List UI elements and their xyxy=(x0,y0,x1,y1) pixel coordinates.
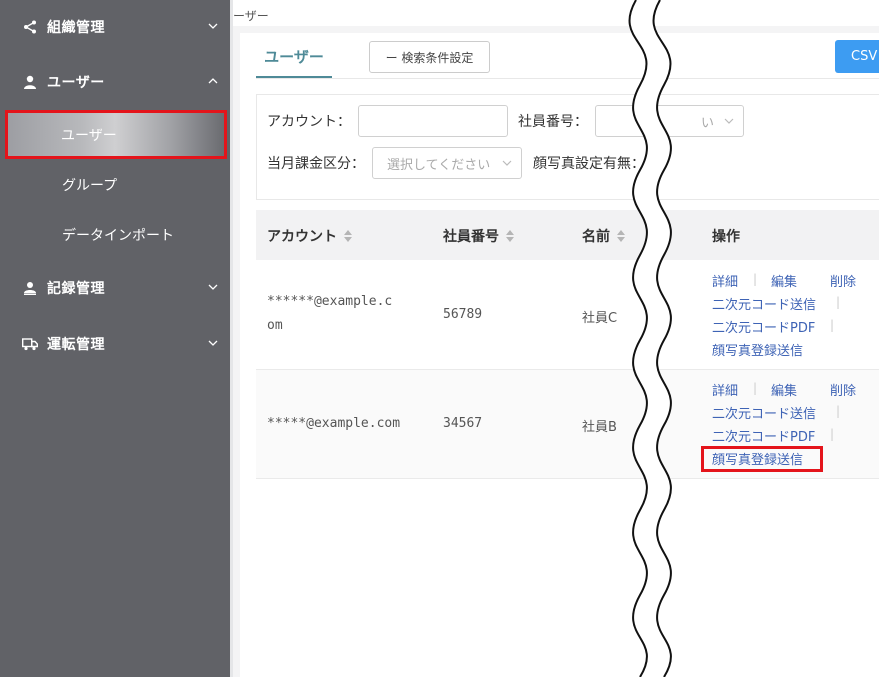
employee-no-label: 社員番号： xyxy=(518,114,588,130)
th-employee-no-label: 社員番号 xyxy=(443,229,499,245)
delete-link[interactable]: 削除 xyxy=(830,380,856,399)
share-icon xyxy=(22,19,38,35)
cell-name: 社員B xyxy=(582,420,617,435)
billing-label: 当月課金区分： xyxy=(267,156,365,172)
face-photo-send-link[interactable]: 顔写真登録送信 xyxy=(712,449,803,468)
csv-button[interactable]: CSV xyxy=(835,40,879,73)
th-account-label: アカウント xyxy=(267,229,337,245)
sidebar: 組織管理 ユーザー ユーザー グループ データインポート 記録管理 運転管理 xyxy=(0,0,230,677)
divider: | xyxy=(830,427,835,441)
qr-pdf-link[interactable]: 二次元コードPDF xyxy=(712,426,815,445)
account-label: アカウント： xyxy=(267,114,351,130)
sidebar-item-group[interactable]: グループ xyxy=(0,160,230,210)
qr-send-link[interactable]: 二次元コード送信 xyxy=(712,294,816,313)
menu-organization[interactable]: 組織管理 xyxy=(0,2,230,52)
chevron-down-icon xyxy=(724,118,734,124)
tab-divider xyxy=(256,78,879,79)
cell-account: ******@example.c xyxy=(267,294,393,309)
menu-driving[interactable]: 運転管理 xyxy=(0,319,230,369)
chevron-down-icon xyxy=(502,160,512,166)
delete-link[interactable]: 削除 xyxy=(830,271,856,290)
billing-select[interactable]: 選択してください xyxy=(372,147,522,179)
th-employee-no[interactable]: 社員番号 xyxy=(443,226,514,246)
sidebar-item-user[interactable]: ユーザー xyxy=(6,112,224,157)
divider: | xyxy=(836,295,841,309)
billing-select-placeholder: 選択してください xyxy=(387,157,491,173)
sort-icon[interactable] xyxy=(506,230,514,242)
user-icon xyxy=(22,74,38,90)
sidebar-item-data-import[interactable]: データインポート xyxy=(0,210,230,260)
divider: | xyxy=(830,318,835,332)
menu-records[interactable]: 記録管理 xyxy=(0,263,230,313)
menu-driving-label: 運転管理 xyxy=(47,337,105,353)
edit-link[interactable]: 編集 xyxy=(771,380,797,399)
user-record-icon xyxy=(22,280,38,296)
cell-employee-no: 34567 xyxy=(443,416,483,431)
chevron-down-icon xyxy=(208,340,218,346)
search-conditions-button[interactable]: ー 検索条件設定 xyxy=(369,41,490,73)
th-name-label: 名前 xyxy=(582,229,610,245)
face-photo-send-link[interactable]: 顔写真登録送信 xyxy=(712,340,803,359)
chevron-up-icon xyxy=(208,78,218,84)
chevron-down-icon xyxy=(208,23,218,29)
qr-pdf-link[interactable]: 二次元コードPDF xyxy=(712,317,815,336)
divider: | xyxy=(753,272,758,286)
breadcrumb: ーザー xyxy=(233,9,269,23)
wavy-break-overlay xyxy=(628,0,672,677)
menu-records-label: 記録管理 xyxy=(47,281,105,297)
th-actions-label: 操作 xyxy=(712,229,740,245)
th-account[interactable]: アカウント xyxy=(267,226,352,246)
menu-user[interactable]: ユーザー xyxy=(0,57,230,107)
qr-send-link[interactable]: 二次元コード送信 xyxy=(712,403,816,422)
detail-link[interactable]: 詳細 xyxy=(712,271,738,290)
edit-link[interactable]: 編集 xyxy=(771,271,797,290)
th-actions: 操作 xyxy=(712,226,740,246)
divider: | xyxy=(753,381,758,395)
divider: | xyxy=(836,404,841,418)
chevron-down-icon xyxy=(208,284,218,290)
detail-link[interactable]: 詳細 xyxy=(712,380,738,399)
sort-icon[interactable] xyxy=(344,230,352,242)
menu-user-label: ユーザー xyxy=(47,75,105,91)
cell-name: 社員C xyxy=(582,311,618,326)
account-input[interactable] xyxy=(358,105,508,137)
cell-account-wrap: om xyxy=(267,318,283,333)
cell-account: *****@example.com xyxy=(267,416,401,431)
menu-organization-label: 組織管理 xyxy=(47,20,105,36)
truck-icon xyxy=(22,336,38,352)
tab-user[interactable]: ユーザー xyxy=(256,36,332,78)
filter-panel: アカウント： 社員番号： い 当月課金区分： 選択してください 顔写真設定有無： xyxy=(256,94,879,200)
employee-no-select-text: い xyxy=(701,115,715,131)
cell-employee-no: 56789 xyxy=(443,307,483,322)
